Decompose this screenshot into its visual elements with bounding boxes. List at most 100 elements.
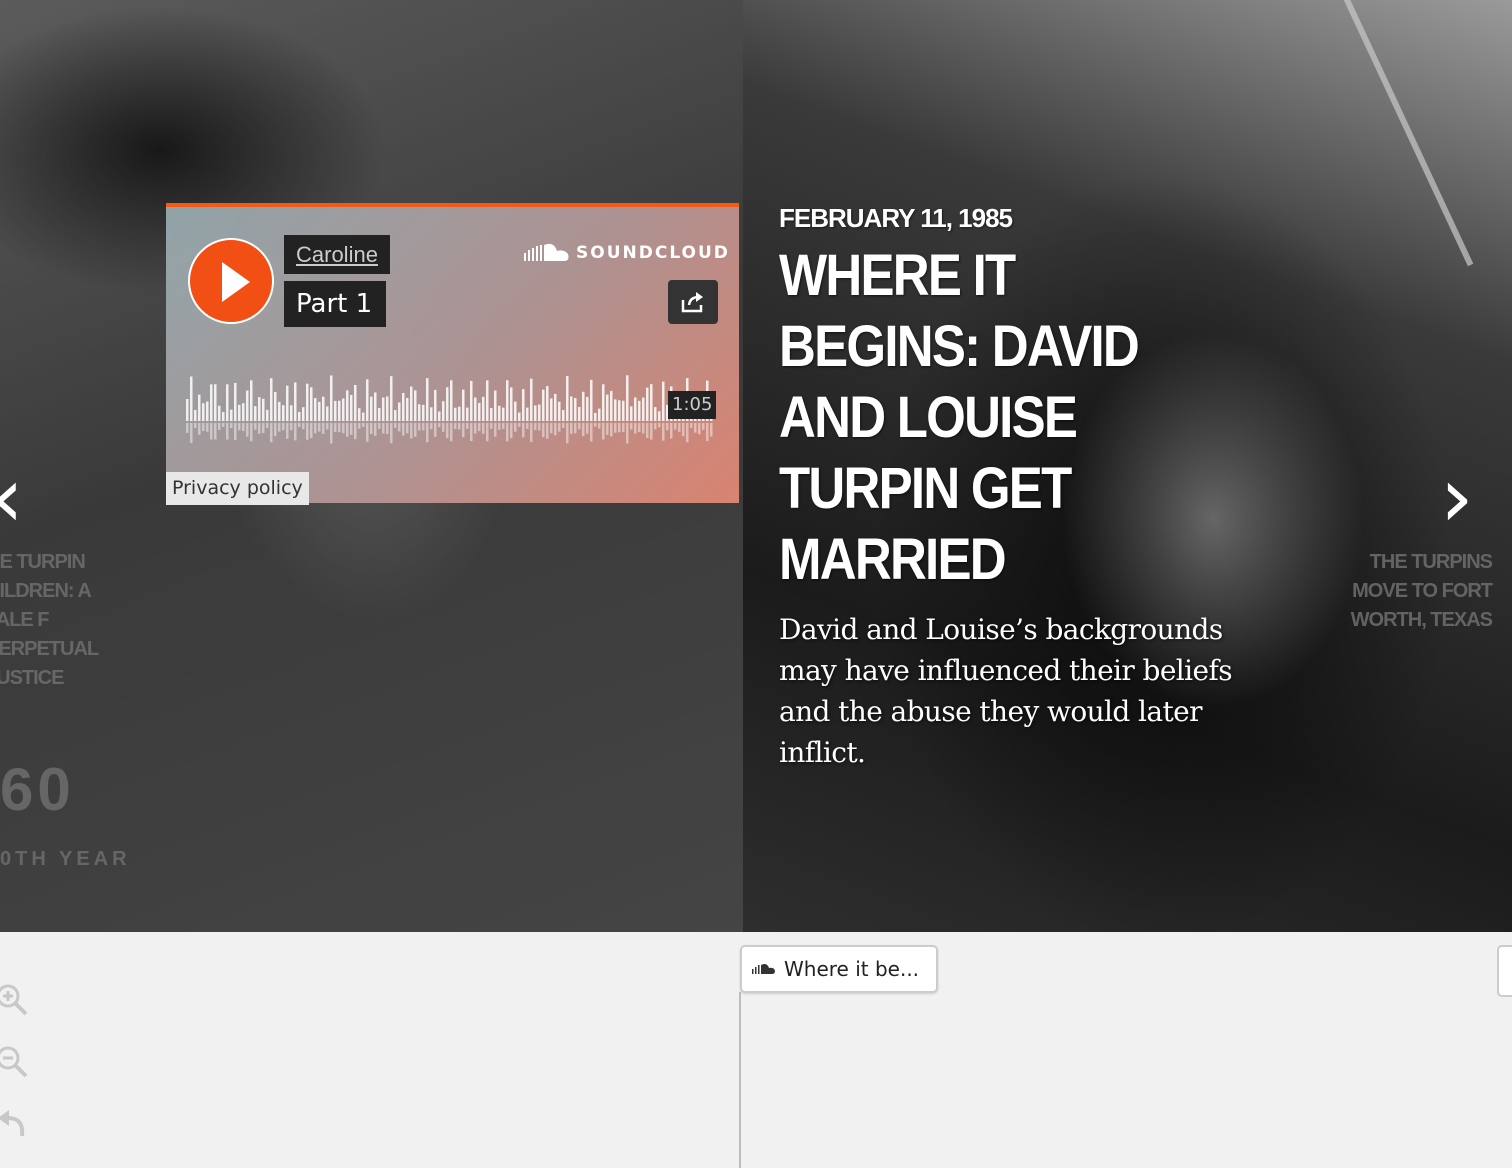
- timeline-marker-next[interactable]: [1497, 945, 1512, 997]
- waveform-bar: [610, 390, 613, 421]
- waveform-bar: [274, 391, 277, 421]
- photo-stamp-number: 60: [0, 756, 75, 823]
- waveform-bar: [478, 402, 481, 421]
- waveform-bar: [286, 385, 289, 421]
- photo-stamp: 60 0TH YEAR: [0, 760, 131, 871]
- waveform-bar: [318, 401, 321, 421]
- waveform-bar: [630, 406, 633, 421]
- soundcloud-logo[interactable]: SOUNDCLOUD: [524, 243, 730, 263]
- waveform-bar: [386, 396, 389, 421]
- waveform-reflection: [482, 423, 485, 434]
- waveform-reflection: [294, 423, 297, 441]
- waveform-bar: [422, 404, 425, 421]
- waveform-bar: [302, 407, 305, 421]
- waveform-bar: [594, 412, 597, 421]
- waveform-bar: [238, 404, 241, 421]
- waveform-bar: [262, 398, 265, 421]
- waveform-reflection: [250, 423, 253, 442]
- timeline-marker-label: Where it be...: [784, 957, 920, 981]
- zoom-in-button[interactable]: [0, 982, 30, 1018]
- waveform-bar: [374, 392, 377, 421]
- waveform-bar: [402, 392, 405, 421]
- waveform-bar: [338, 400, 341, 421]
- timeline-marker-where-it-begins[interactable]: Where it be...: [740, 945, 938, 993]
- waveform-reflection: [670, 423, 673, 439]
- waveform-reflection: [362, 423, 365, 427]
- waveform-bar: [418, 404, 421, 421]
- artist-link[interactable]: Caroline: [284, 235, 390, 274]
- waveform-bar: [602, 384, 605, 421]
- share-button[interactable]: [668, 280, 718, 324]
- waveform-bar: [662, 381, 665, 421]
- track-title[interactable]: Part 1: [284, 281, 387, 327]
- waveform-bar: [654, 407, 657, 421]
- waveform-reflection: [486, 423, 489, 442]
- privacy-policy-link[interactable]: Privacy policy: [166, 472, 309, 505]
- waveform-reflection: [558, 423, 561, 432]
- waveform-bar: [282, 405, 285, 421]
- next-slide-title[interactable]: THE TURPINS MOVE TO FORT WORTH, TEXAS: [1342, 548, 1493, 635]
- zoom-out-button[interactable]: [0, 1044, 30, 1080]
- back-to-start-button[interactable]: [0, 1106, 30, 1142]
- waveform-reflection: [354, 423, 357, 440]
- waveform-reflection: [710, 423, 713, 437]
- waveform-bar: [234, 382, 237, 421]
- zoom-in-icon: [0, 984, 28, 1016]
- next-slide-button[interactable]: ›: [1440, 455, 1474, 539]
- previous-slide-title[interactable]: HE TURPIN HILDREN: A TALE F PERPETUAL JU…: [0, 548, 136, 693]
- waveform-reflection: [490, 423, 493, 429]
- slide-description: David and Louise’s backgrounds may have …: [779, 613, 1233, 769]
- waveform-reflection: [634, 423, 637, 434]
- waveform-bar: [210, 384, 213, 421]
- waveform-reflection: [546, 423, 549, 439]
- waveform-reflection: [382, 423, 385, 434]
- waveform-bar: [598, 408, 601, 421]
- play-button[interactable]: [188, 238, 274, 324]
- previous-slide-button[interactable]: ‹: [0, 455, 24, 539]
- waveform-reflection: [406, 423, 409, 434]
- soundcloud-icon: [524, 243, 569, 261]
- waveform-bar: [626, 375, 629, 421]
- waveform-bar: [558, 401, 561, 421]
- waveform-reflection: [194, 423, 197, 428]
- waveform-reflection: [370, 423, 373, 434]
- waveform-reflection: [286, 423, 289, 439]
- waveform-bar: [306, 383, 309, 421]
- waveform-bar: [390, 376, 393, 421]
- waveform-reflection: [526, 423, 529, 430]
- waveform-bar: [606, 394, 609, 421]
- waveform-bar: [250, 380, 253, 421]
- waveform-reflection: [638, 423, 641, 433]
- waveform-bar: [266, 409, 269, 421]
- waveform-reflection: [466, 423, 469, 430]
- waveform-bar: [426, 378, 429, 421]
- slide-date: FEBRUARY 11, 1985: [779, 203, 1013, 233]
- waveform-reflection: [606, 423, 609, 435]
- waveform-bar: [258, 397, 261, 421]
- waveform-reflection: [198, 423, 201, 435]
- waveform-bar: [186, 399, 189, 421]
- waveform-reflection: [478, 423, 481, 432]
- waveform-reflection: [434, 423, 437, 437]
- waveform-reflection: [326, 423, 329, 430]
- waveform-reflection: [666, 423, 669, 431]
- waveform-bar: [194, 409, 197, 421]
- waveform-reflection: [438, 423, 441, 428]
- waveform-bar: [190, 376, 193, 421]
- waveform-bar: [474, 397, 477, 421]
- waveform-reflection: [530, 423, 533, 443]
- waveform-bar: [454, 407, 457, 421]
- waveform-bar: [438, 411, 441, 421]
- waveform-reflection: [538, 423, 541, 431]
- waveform-reflection: [410, 423, 413, 439]
- waveform-bar: [354, 385, 357, 421]
- waveform-bar: [502, 407, 505, 421]
- waveform-bar: [446, 387, 449, 421]
- waveform-reflection: [474, 423, 477, 434]
- waveform-reflection: [310, 423, 313, 439]
- waveform-bar: [378, 407, 381, 421]
- waveform-bar: [618, 400, 621, 421]
- waveform-reflection: [446, 423, 449, 439]
- waveform[interactable]: [186, 365, 716, 445]
- waveform-reflection: [510, 423, 513, 439]
